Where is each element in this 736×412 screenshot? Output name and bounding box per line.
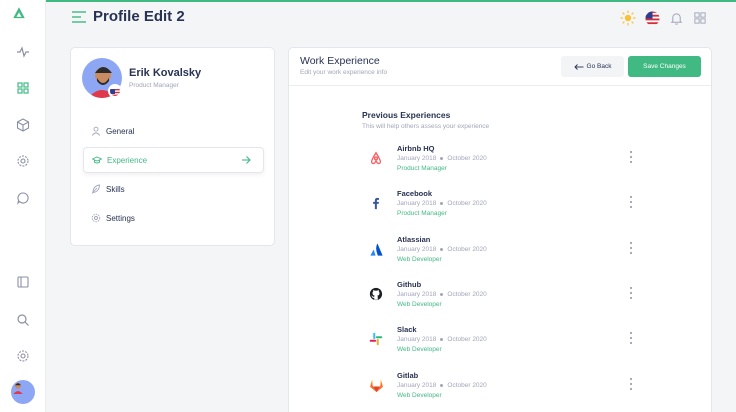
experience-item: Github January 2018 October 2020 Web Deve… bbox=[368, 280, 638, 314]
arrow-right-icon bbox=[241, 155, 251, 167]
experience-item: Airbnb HQ January 2018 October 2020 Produ… bbox=[368, 144, 638, 178]
gear-icon[interactable] bbox=[14, 347, 32, 365]
bell-icon[interactable] bbox=[668, 10, 684, 26]
more-options-icon[interactable] bbox=[628, 332, 634, 344]
experience-dates: January 2018 October 2020 bbox=[397, 246, 487, 253]
profile-card: Erik Kovalsky Product Manager General Ex… bbox=[70, 47, 275, 246]
user-icon bbox=[91, 126, 101, 136]
experience-dates: January 2018 October 2020 bbox=[397, 200, 487, 207]
job-role: Product Manager bbox=[397, 165, 447, 172]
airbnb-logo-icon bbox=[368, 150, 384, 166]
card-subtitle: Edit your work experience info bbox=[300, 69, 388, 76]
company-name: Airbnb HQ bbox=[397, 144, 435, 153]
more-options-icon[interactable] bbox=[628, 287, 634, 299]
menu-item-label: Settings bbox=[106, 213, 135, 223]
menu-item-settings[interactable]: Settings bbox=[83, 205, 264, 231]
menu-item-general[interactable]: General bbox=[83, 118, 264, 144]
company-name: Facebook bbox=[397, 189, 433, 198]
icon-sidebar bbox=[0, 0, 46, 412]
app-logo-icon[interactable] bbox=[12, 6, 26, 20]
menu-item-label: General bbox=[106, 126, 135, 136]
experience-item: Atlassian January 2018 October 2020 Web D… bbox=[368, 235, 638, 269]
slack-logo-icon bbox=[368, 331, 384, 347]
box-icon[interactable] bbox=[14, 116, 32, 134]
sidebar-toggle-icon[interactable] bbox=[14, 273, 32, 291]
more-options-icon[interactable] bbox=[628, 378, 634, 390]
job-role: Web Developer bbox=[397, 346, 442, 353]
atlassian-logo-icon bbox=[368, 241, 384, 257]
user-avatar[interactable] bbox=[11, 380, 35, 404]
experience-item: Gitlab January 2018 October 2020 Web Deve… bbox=[368, 371, 638, 405]
job-role: Product Manager bbox=[397, 210, 447, 217]
menu-item-label: Experience bbox=[107, 155, 148, 165]
card-title: Work Experience bbox=[300, 55, 380, 67]
section-subtitle: This will help others assess your experi… bbox=[362, 123, 490, 130]
more-options-icon[interactable] bbox=[628, 196, 634, 208]
save-changes-button[interactable]: Save Changes bbox=[628, 56, 701, 77]
us-flag-icon bbox=[108, 84, 122, 98]
grid-icon[interactable] bbox=[14, 79, 32, 97]
experience-item: Facebook January 2018 October 2020 Produc… bbox=[368, 189, 638, 223]
experience-item: Slack January 2018 October 2020 Web Devel… bbox=[368, 325, 638, 359]
more-options-icon[interactable] bbox=[628, 151, 634, 163]
company-name: Atlassian bbox=[397, 235, 431, 244]
company-name: Gitlab bbox=[397, 371, 419, 380]
profile-name: Erik Kovalsky bbox=[129, 67, 202, 79]
us-flag-icon[interactable] bbox=[644, 10, 660, 26]
experience-dates: January 2018 October 2020 bbox=[397, 155, 487, 162]
profile-role: Product Manager bbox=[129, 82, 179, 89]
company-name: Slack bbox=[397, 325, 417, 334]
job-role: Web Developer bbox=[397, 301, 442, 308]
section-title: Previous Experiences bbox=[362, 110, 451, 120]
arrow-left-icon bbox=[573, 63, 584, 70]
activity-icon[interactable] bbox=[14, 43, 32, 61]
go-back-button[interactable]: Go Back bbox=[561, 56, 624, 77]
go-back-label: Go Back bbox=[586, 63, 612, 70]
company-name: Github bbox=[397, 280, 422, 289]
gear-icon bbox=[91, 213, 101, 223]
menu-item-label: Skills bbox=[106, 184, 125, 194]
feather-icon bbox=[91, 184, 101, 194]
menu-item-skills[interactable]: Skills bbox=[83, 176, 264, 202]
experience-dates: January 2018 October 2020 bbox=[397, 336, 487, 343]
graduation-cap-icon bbox=[92, 155, 102, 165]
work-experience-card: Work Experience Edit your work experienc… bbox=[288, 47, 712, 412]
sun-icon[interactable] bbox=[620, 10, 636, 26]
job-role: Web Developer bbox=[397, 256, 442, 263]
chat-icon[interactable] bbox=[14, 189, 32, 207]
experience-dates: January 2018 October 2020 bbox=[397, 382, 487, 389]
menu-icon[interactable] bbox=[72, 11, 86, 23]
more-options-icon[interactable] bbox=[628, 242, 634, 254]
apps-grid-icon[interactable] bbox=[692, 10, 708, 26]
facebook-logo-icon bbox=[368, 195, 384, 211]
experience-dates: January 2018 October 2020 bbox=[397, 291, 487, 298]
github-logo-icon bbox=[368, 286, 384, 302]
gitlab-logo-icon bbox=[368, 377, 384, 393]
job-role: Web Developer bbox=[397, 392, 442, 399]
card-header: Work Experience Edit your work experienc… bbox=[289, 48, 711, 86]
search-icon[interactable] bbox=[14, 311, 32, 329]
menu-item-experience[interactable]: Experience bbox=[83, 147, 264, 173]
page-title: Profile Edit 2 bbox=[93, 8, 185, 25]
top-header: Profile Edit 2 bbox=[46, 2, 736, 34]
settings-icon[interactable] bbox=[14, 152, 32, 170]
